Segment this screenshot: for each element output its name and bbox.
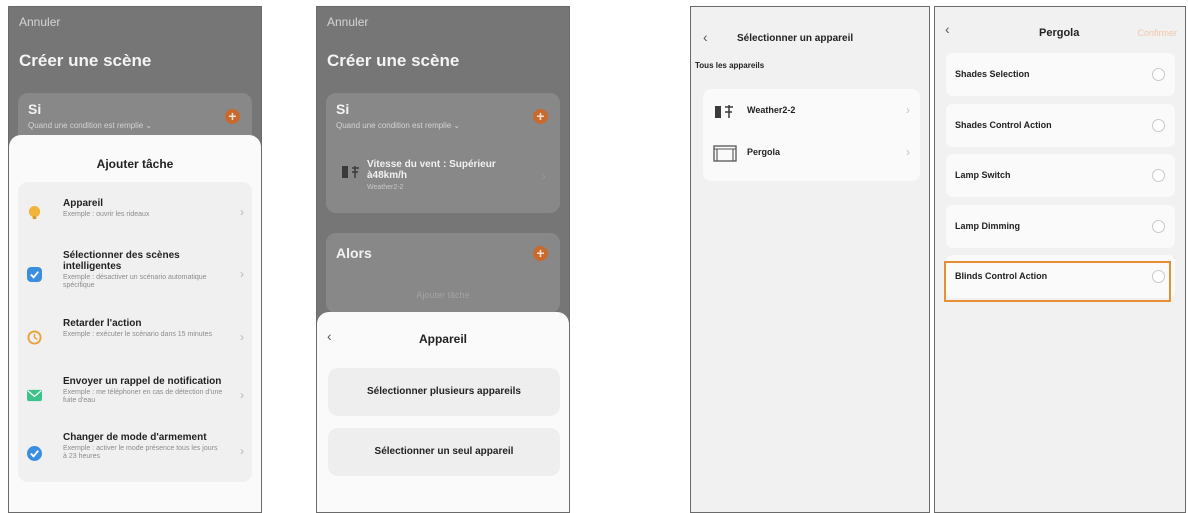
add-action-icon[interactable]: + [533,246,548,261]
option-shades-control-action[interactable]: Shades Control Action [946,104,1175,147]
chevron-right-icon: › [906,145,910,159]
chevron-right-icon: › [240,330,244,344]
chevron-right-icon: › [542,169,546,183]
device-list: Weather2-2 › Pergola › [703,89,920,181]
option-shades-selection[interactable]: Shades Selection [946,53,1175,96]
if-card: Si Quand une condition est remplie ⌄ + V… [326,93,560,213]
add-task-link[interactable]: Ajouter tâche [326,290,560,300]
cancel-button[interactable]: Annuler [327,15,368,29]
device-filter[interactable]: Tous les appareils [695,61,764,70]
screen-device-sheet: Annuler Créer une scène Si Quand une con… [316,6,570,513]
screen-pergola-actions: ‹ Pergola Confirmer Shades Selection Sha… [934,6,1186,513]
device-row[interactable]: Pergola › [703,135,920,175]
task-label: Sélectionner des scènes intelligentes [63,250,180,272]
condition-device: Weather2-2 [367,184,404,191]
select-single-device-button[interactable]: Sélectionner un seul appareil [328,428,560,476]
task-example: Exemple : me téléphoner en cas de détect… [63,389,223,404]
radio-button[interactable] [1152,169,1165,182]
then-label: Alors [336,245,372,261]
sheet-title: Appareil [418,332,467,346]
then-card: Alors + Ajouter tâche [326,233,560,313]
back-icon[interactable]: ‹ [703,29,708,45]
if-sublabel[interactable]: Quand une condition est remplie ⌄ [336,121,460,130]
lightbulb-icon [28,205,41,220]
device-row[interactable]: Weather2-2 › [703,93,920,133]
confirm-button[interactable]: Confirmer [1137,28,1177,38]
if-label: Si [336,101,350,117]
task-example: Exemple : activer le mode présence tous … [63,445,218,460]
radio-button[interactable] [1152,68,1165,81]
task-list: Appareil Exemple : ouvrir les rideaux › S… [18,182,252,482]
sheet-title: Ajouter tâche [96,157,174,171]
add-condition-icon[interactable]: + [533,109,548,124]
screen-add-task: Annuler Créer une scène Si Quand une con… [8,6,262,513]
chevron-right-icon: › [240,444,244,458]
back-icon[interactable]: ‹ [945,21,950,37]
highlight-box [944,261,1171,302]
back-icon[interactable]: ‹ [327,328,332,344]
if-sublabel[interactable]: Quand une condition est remplie ⌄ [28,121,152,130]
device-name: Pergola [747,147,781,157]
condition-text: Vitesse du vent : Supérieur à48km/h [367,159,496,181]
task-label: Retarder l'action [63,318,142,329]
option-lamp-switch[interactable]: Lamp Switch [946,154,1175,197]
task-example: Exemple : ouvrir les rideaux [63,211,150,218]
weather-station-icon [715,105,733,118]
option-lamp-dimming[interactable]: Lamp Dimming [946,205,1175,248]
radio-button[interactable] [1152,220,1165,233]
if-label: Si [28,101,42,117]
task-item-delay[interactable]: Retarder l'action Exemple : exécuter le s… [18,312,252,370]
device-name: Weather2-2 [747,105,796,115]
pergola-icon [713,145,737,162]
chevron-right-icon: › [906,103,910,117]
clock-icon [27,330,42,345]
page-title: Sélectionner un appareil [737,33,854,44]
page-title: Créer une scène [327,51,460,70]
task-item-smart-scenes[interactable]: Sélectionner des scènes intelligentes Exe… [18,244,252,312]
chevron-right-icon: › [240,267,244,281]
chevron-right-icon: › [240,388,244,402]
chevron-right-icon: › [240,205,244,219]
cancel-button[interactable]: Annuler [19,15,60,29]
shield-check-icon [27,446,42,461]
select-multiple-devices-button[interactable]: Sélectionner plusieurs appareils [328,368,560,416]
add-task-sheet: Ajouter tâche Appareil Exemple : ouvrir l… [9,135,261,512]
screen-select-device: ‹ Sélectionner un appareil Tous les appa… [690,6,930,513]
option-label: Lamp Switch [955,170,1011,180]
option-label: Lamp Dimming [955,221,1021,231]
weather-station-icon [342,166,359,178]
page-title: Créer une scène [19,51,152,70]
task-example: Exemple : exécuter le scénario dans 15 m… [63,331,213,338]
task-item-notification[interactable]: Envoyer un rappel de notification Exemple… [18,370,252,430]
option-label: Shades Selection [955,69,1030,79]
radio-button[interactable] [1152,119,1165,132]
checkbox-icon [27,267,42,282]
page-title: Pergola [1039,27,1080,39]
option-label: Shades Control Action [955,120,1052,130]
task-label: Changer de mode d'armement [63,432,207,443]
task-item-device[interactable]: Appareil Exemple : ouvrir les rideaux › [18,182,252,244]
mail-icon [27,389,42,402]
task-example: Exemple : désactiver un scénario automat… [63,274,207,289]
task-label: Envoyer un rappel de notification [63,376,222,387]
task-item-arming-mode[interactable]: Changer de mode d'armement Exemple : acti… [18,430,252,482]
add-condition-icon[interactable]: + [225,109,240,124]
task-label: Appareil [63,198,104,209]
device-sheet: ‹ Appareil Sélectionner plusieurs appare… [317,312,569,512]
